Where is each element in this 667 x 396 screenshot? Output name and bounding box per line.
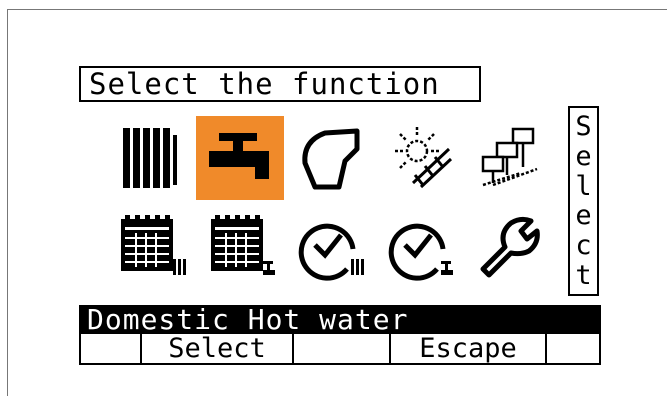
hot-water-schedule-icon (211, 215, 275, 275)
escape-button[interactable]: Escape (391, 334, 547, 363)
solar-icon (395, 127, 453, 189)
heating-schedule-icon (121, 215, 186, 275)
softkey-3[interactable] (294, 334, 391, 363)
select-button[interactable]: Select (142, 334, 294, 363)
function-service[interactable] (466, 204, 554, 288)
hot-water-timer-icon (388, 223, 453, 281)
softkey-1[interactable] (81, 334, 142, 363)
function-boiler[interactable] (286, 116, 374, 200)
page-title: Select the function (79, 66, 481, 102)
function-domestic-hot-water[interactable] (196, 116, 284, 200)
heating-timer-icon (298, 223, 364, 281)
radiator-icon (123, 128, 177, 188)
side-select-letter-3: e (575, 200, 592, 232)
side-select-label: Select (568, 106, 599, 296)
function-hot-water-timer[interactable] (376, 204, 464, 288)
softkey-bar: Select Escape (79, 334, 601, 365)
side-select-letter-2: l (575, 170, 592, 202)
side-select-letter-1: e (575, 140, 592, 172)
function-heating-schedule[interactable] (106, 204, 194, 288)
softkey-5[interactable] (547, 334, 599, 363)
side-select-letter-4: c (575, 229, 592, 261)
lcd-screen: Select the function S e l e c t Domestic… (79, 66, 601, 367)
function-hot-water-schedule[interactable] (196, 204, 284, 288)
side-select-letter-5: t (575, 259, 592, 291)
selected-function-label: Domestic Hot water (79, 305, 601, 334)
function-solar[interactable] (376, 116, 464, 200)
function-radiator[interactable] (106, 116, 194, 200)
boiler-icon (302, 128, 360, 190)
hot-water-tap-icon (209, 133, 269, 179)
side-select-letter-0: S (575, 111, 592, 143)
function-network[interactable] (466, 116, 554, 200)
service-wrench-icon (480, 216, 540, 278)
network-icon (481, 127, 538, 187)
function-heating-timer[interactable] (286, 204, 374, 288)
